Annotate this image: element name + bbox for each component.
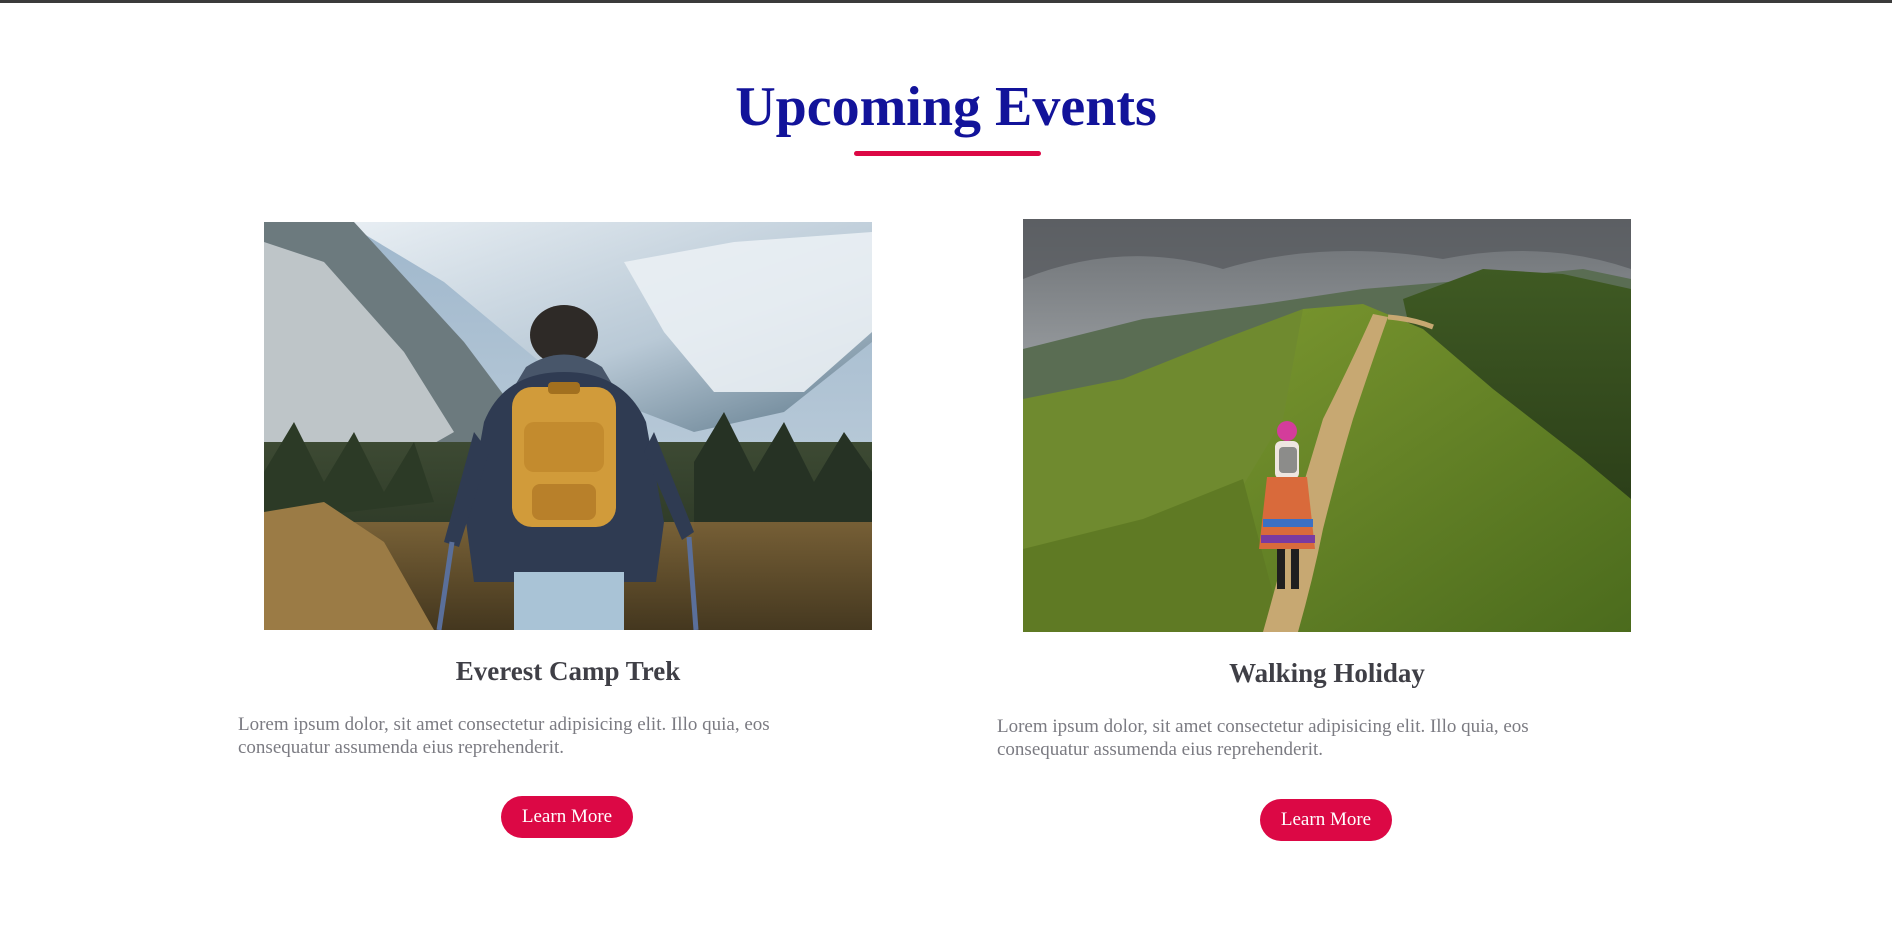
- event-title: Walking Holiday: [1229, 658, 1425, 688]
- event-card-everest: Everest Camp Trek Lorem ipsum dolor, sit…: [231, 0, 881, 930]
- learn-more-button[interactable]: Learn More: [501, 796, 633, 838]
- event-title: Everest Camp Trek: [455, 656, 681, 686]
- event-image-walking-holiday: [1023, 219, 1631, 632]
- event-description: Lorem ipsum dolor, sit amet consectetur …: [238, 714, 770, 758]
- event-description: Lorem ipsum dolor, sit amet consectetur …: [997, 716, 1529, 760]
- event-card-walking-holiday: Walking Holiday Lorem ipsum dolor, sit a…: [990, 0, 1640, 930]
- event-image-everest: [264, 222, 872, 630]
- learn-more-button[interactable]: Learn More: [1260, 799, 1392, 841]
